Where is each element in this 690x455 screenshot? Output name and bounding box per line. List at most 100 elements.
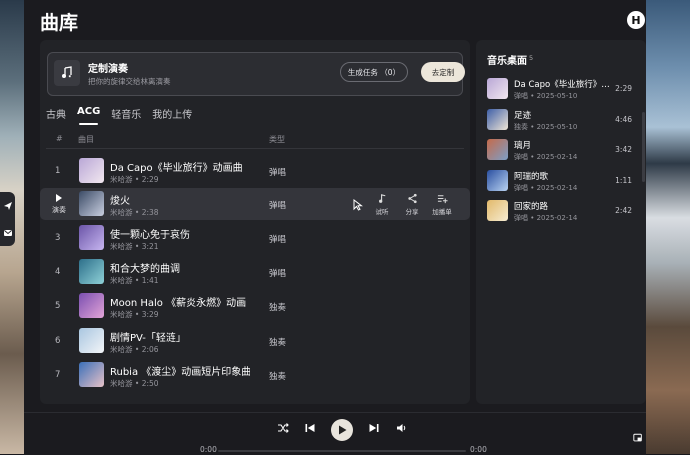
song-type: 弹唱 [269, 235, 287, 245]
table-row[interactable]: 4 和合大梦的曲调 米哈游 • 1:41 弹唱 [40, 256, 470, 288]
desk-cover [487, 170, 508, 191]
song-type: 弹唱 [269, 201, 287, 211]
table-row[interactable]: 7 Rubia 《渡尘》动画短片印象曲 米哈游 • 2:50 独奏 [40, 359, 470, 391]
desk-item[interactable]: 足迹 独奏 • 2025-05-10 4:46 [487, 107, 637, 132]
desk-item-meta: 弹唱 • 2025-05-10 [514, 92, 578, 100]
desk-item-title: 回家的路 [514, 202, 549, 212]
send-icon[interactable] [3, 201, 13, 211]
volume-button[interactable] [396, 422, 408, 434]
desk-item-duration: 2:29 [615, 84, 632, 93]
song-meta: 米哈游 • 3:29 [110, 310, 159, 319]
table-row[interactable]: 3 使一颗心免于哀伤 米哈游 • 3:21 弹唱 [40, 222, 470, 254]
custom-performance-banner: 定制演奏 把你的旋律交给林离演奏 生成任务 （0） 去定制 [47, 52, 465, 96]
table-row-hovered[interactable]: 演奏 焌火 米哈游 • 2:38 弹唱 试听 分享 加播单 [40, 188, 470, 220]
song-title: 焌火 [110, 196, 130, 207]
banner-title: 定制演奏 [88, 64, 128, 75]
song-title: Moon Halo 《薪炎永燃》动画 [110, 298, 247, 309]
song-type: 弹唱 [269, 269, 287, 279]
desk-item-meta: 弹唱 • 2025-02-14 [514, 214, 578, 222]
share-icon [407, 193, 417, 204]
category-tabs: 古典 ACG 轻音乐 我的上传 [46, 106, 192, 125]
desk-item[interactable]: 璃月 弹唱 • 2025-02-14 3:42 [487, 137, 637, 162]
song-type: 独奏 [269, 372, 287, 382]
row-number: 6 [55, 336, 61, 346]
tab-my-uploads[interactable]: 我的上传 [152, 106, 192, 121]
share-button[interactable]: 分享 [397, 193, 427, 216]
desk-item-title: Da Capo《毕业旅行》动画曲 [514, 80, 610, 90]
song-meta: 米哈游 • 2:50 [110, 379, 159, 388]
mouse-cursor-icon [353, 199, 363, 211]
row-number: 4 [55, 267, 61, 277]
time-elapsed: 0:00 [200, 445, 217, 454]
player-bar: 0:00 0:00 [24, 412, 646, 455]
table-row[interactable]: 5 Moon Halo 《薪炎永燃》动画 米哈游 • 3:29 独奏 [40, 290, 470, 322]
row-actions: 试听 分享 加播单 [367, 193, 457, 216]
progress-bar[interactable] [218, 450, 466, 452]
table-row[interactable]: 1 Da Capo《毕业旅行》动画曲 米哈游 • 2:29 弹唱 [40, 155, 470, 187]
table-row[interactable]: 6 剧情PV-「轻涟」 米哈游 • 2:06 独奏 [40, 325, 470, 357]
shuffle-icon [278, 423, 289, 433]
song-cover [79, 225, 104, 250]
previous-button[interactable] [304, 422, 316, 434]
mail-icon[interactable] [3, 228, 13, 238]
desk-item[interactable]: 阿瑞的歌 弹唱 • 2025-02-14 1:11 [487, 168, 637, 193]
mini-player-button[interactable] [633, 433, 643, 443]
tab-classical[interactable]: 古典 [46, 106, 66, 121]
desk-item-meta: 弹唱 • 2025-02-14 [514, 153, 578, 161]
music-note-sparkle-icon [54, 60, 80, 86]
preview-label: 试听 [375, 208, 389, 216]
column-title: 曲目 [78, 135, 94, 144]
column-type: 类型 [269, 135, 285, 144]
play-pause-button[interactable] [331, 419, 353, 441]
song-type: 独奏 [269, 303, 287, 313]
song-meta: 米哈游 • 2:29 [110, 175, 159, 184]
avatar[interactable]: H [627, 11, 645, 29]
row-number: 5 [55, 301, 61, 311]
desk-item[interactable]: 回家的路 弹唱 • 2025-02-14 2:42 [487, 198, 637, 223]
perform-label: 演奏 [52, 206, 66, 214]
music-desk-count: 5 [529, 53, 534, 62]
desk-item-meta: 弹唱 • 2025-02-14 [514, 184, 578, 192]
song-meta: 米哈游 • 2:06 [110, 345, 159, 354]
song-cover [79, 293, 104, 318]
music-desk-title: 音乐桌面 5 [487, 53, 534, 67]
go-customize-button[interactable]: 去定制 [421, 62, 465, 82]
song-title: 使一颗心免于哀伤 [110, 230, 190, 241]
table-header: # 曲目 类型 [40, 132, 470, 148]
playlist-add-icon [437, 195, 448, 204]
add-to-playlist-label: 加播单 [432, 208, 452, 216]
tab-light-music[interactable]: 轻音乐 [111, 106, 141, 121]
tab-acg[interactable]: ACG [77, 106, 100, 125]
desk-item-duration: 4:46 [615, 115, 632, 124]
row-number: 7 [55, 370, 61, 380]
scrollbar[interactable] [642, 112, 645, 182]
song-type: 独奏 [269, 338, 287, 348]
preview-button[interactable]: 试听 [367, 193, 397, 216]
music-note-icon [378, 194, 385, 203]
song-title: Da Capo《毕业旅行》动画曲 [110, 163, 243, 174]
song-title: Rubia 《渡尘》动画短片印象曲 [110, 367, 250, 378]
song-cover [79, 328, 104, 353]
song-type: 弹唱 [269, 168, 287, 178]
floating-side-toolbar [0, 192, 15, 246]
next-button[interactable] [368, 422, 380, 434]
skip-previous-icon [305, 424, 315, 432]
header-divider [46, 148, 464, 149]
song-cover [79, 191, 104, 216]
time-total: 0:00 [470, 445, 487, 454]
skip-next-icon [369, 424, 379, 432]
shuffle-button[interactable] [277, 422, 289, 434]
song-cover [79, 259, 104, 284]
desk-item-meta: 独奏 • 2025-05-10 [514, 123, 578, 131]
song-cover [79, 158, 104, 183]
picture-in-picture-icon [633, 433, 642, 442]
desk-cover [487, 109, 508, 130]
banner-subtitle: 把你的旋律交给林离演奏 [88, 77, 171, 86]
generate-task-button[interactable]: 生成任务 （0） [340, 62, 408, 82]
desk-item-title: 阿瑞的歌 [514, 172, 549, 182]
desk-item[interactable]: Da Capo《毕业旅行》动画曲 弹唱 • 2025-05-10 2:29 [487, 76, 637, 101]
add-to-playlist-button[interactable]: 加播单 [427, 193, 457, 216]
desk-cover [487, 78, 508, 99]
perform-button[interactable]: 演奏 [51, 194, 67, 215]
play-icon [338, 425, 346, 435]
